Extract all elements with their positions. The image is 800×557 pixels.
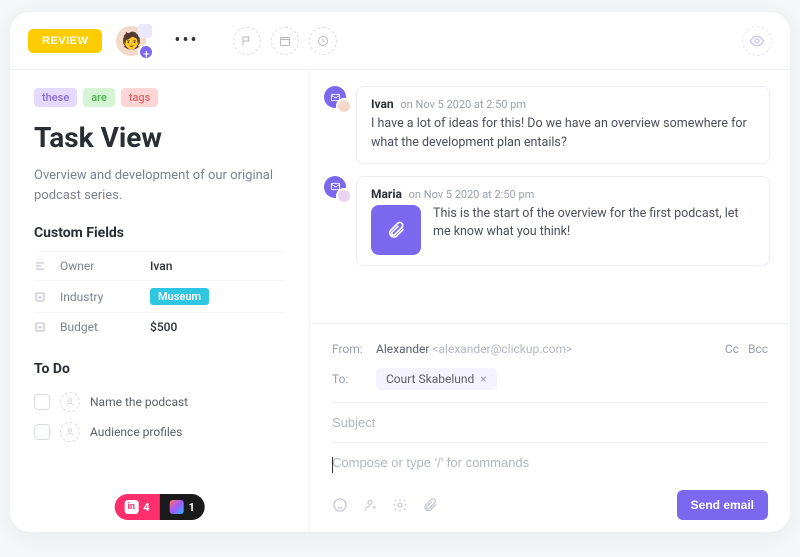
speech-icon <box>138 24 152 38</box>
comment-author: Ivan <box>371 97 394 111</box>
email-icon <box>324 176 346 198</box>
avatar-mini <box>336 188 352 204</box>
attach-icon[interactable] <box>422 497 438 513</box>
top-meta-icons <box>233 27 337 55</box>
more-menu-button[interactable]: ••• <box>174 30 198 51</box>
comment-timestamp: on Nov 5 2020 at 2:50 pm <box>400 98 526 111</box>
from-value[interactable]: Alexander <alexander@clickup.com> <box>376 342 572 356</box>
status-review-button[interactable]: REVIEW <box>28 29 102 53</box>
flag-icon[interactable] <box>233 27 261 55</box>
todo-label: Name the podcast <box>90 395 188 409</box>
clock-icon[interactable] <box>309 27 337 55</box>
checkbox[interactable] <box>34 424 50 440</box>
to-recipient-chip[interactable]: Court Skabelund × <box>376 368 497 390</box>
tag-tags[interactable]: tags <box>121 88 159 107</box>
task-title[interactable]: Task View <box>34 121 285 154</box>
field-budget: Budget $500 <box>34 312 285 341</box>
to-label: To: <box>332 372 376 386</box>
comment-text: This is the start of the overview for th… <box>433 205 755 255</box>
invision-count: 4 <box>143 501 149 514</box>
composer-toolbar: Send email <box>332 476 768 520</box>
comment-1: Maria on Nov 5 2020 at 2:50 pm This is t… <box>324 176 770 266</box>
remove-chip-icon[interactable]: × <box>480 372 486 386</box>
task-description[interactable]: Overview and development of our original… <box>34 166 285 205</box>
topbar: REVIEW 🧑 + ••• <box>10 12 790 70</box>
mention-icon[interactable] <box>362 497 378 513</box>
custom-fields-heading: Custom Fields <box>34 225 285 241</box>
field-owner: Owner Ivan <box>34 251 285 280</box>
watch-icon[interactable] <box>742 26 772 56</box>
email-composer: From: Alexander <alexander@clickup.com> … <box>310 323 790 532</box>
to-row: To: Court Skabelund × <box>332 362 768 396</box>
comment-card[interactable]: Maria on Nov 5 2020 at 2:50 pm This is t… <box>356 176 770 266</box>
calendar-icon[interactable] <box>271 27 299 55</box>
todo-item-1[interactable]: Audience profiles <box>34 417 285 447</box>
text-cursor <box>332 457 333 473</box>
industry-value[interactable]: Museum <box>150 288 209 305</box>
figma-badge[interactable]: 1 <box>160 494 205 520</box>
left-panel: these are tags Task View Overview and de… <box>10 70 310 532</box>
assignee-avatar[interactable]: 🧑 + <box>116 26 146 56</box>
owner-label: Owner <box>60 259 150 273</box>
todo-label: Audience profiles <box>90 425 182 439</box>
comment-timestamp: on Nov 5 2020 at 2:50 pm <box>409 188 535 201</box>
comment-0: Ivan on Nov 5 2020 at 2:50 pm I have a l… <box>324 86 770 164</box>
invision-icon: in <box>124 500 138 514</box>
avatar-mini <box>336 98 352 114</box>
from-label: From: <box>332 342 376 356</box>
divider <box>332 402 768 403</box>
industry-label: Industry <box>60 290 150 304</box>
gear-icon[interactable] <box>392 497 408 513</box>
comment-text: I have a lot of ideas for this! Do we ha… <box>371 115 755 153</box>
attachment-icon[interactable] <box>371 205 421 255</box>
budget-label: Budget <box>60 320 150 334</box>
send-email-button[interactable]: Send email <box>677 490 768 520</box>
assignee-placeholder-icon[interactable] <box>60 422 80 442</box>
integration-badges: in 4 1 <box>114 494 205 520</box>
emoji-icon[interactable] <box>332 497 348 513</box>
subject-input[interactable] <box>332 409 768 436</box>
comment-author: Maria <box>371 187 402 201</box>
cc-button[interactable]: Cc <box>725 342 739 356</box>
checkbox[interactable] <box>34 394 50 410</box>
body-input[interactable] <box>332 449 768 476</box>
body: these are tags Task View Overview and de… <box>10 70 790 532</box>
todo-heading: To Do <box>34 361 285 377</box>
tag-these[interactable]: these <box>34 88 77 107</box>
dropdown-icon <box>34 321 50 333</box>
field-industry: Industry Museum <box>34 280 285 312</box>
assignee-placeholder-icon[interactable] <box>60 392 80 412</box>
add-assignee-icon[interactable]: + <box>138 44 154 60</box>
email-icon <box>324 86 346 108</box>
dropdown-icon <box>34 291 50 303</box>
owner-value[interactable]: Ivan <box>150 259 172 273</box>
comment-card[interactable]: Ivan on Nov 5 2020 at 2:50 pm I have a l… <box>356 86 770 164</box>
right-panel: Ivan on Nov 5 2020 at 2:50 pm I have a l… <box>310 70 790 532</box>
budget-value[interactable]: $500 <box>150 320 177 334</box>
todo-item-0[interactable]: Name the podcast <box>34 387 285 417</box>
divider <box>332 442 768 443</box>
task-view-window: REVIEW 🧑 + ••• these a <box>10 12 790 532</box>
figma-icon <box>170 500 184 514</box>
bcc-button[interactable]: Bcc <box>748 342 768 356</box>
tag-are[interactable]: are <box>83 88 115 107</box>
comments-list: Ivan on Nov 5 2020 at 2:50 pm I have a l… <box>310 70 790 323</box>
tag-list: these are tags <box>34 88 285 107</box>
invision-badge[interactable]: in 4 <box>114 494 159 520</box>
from-row: From: Alexander <alexander@clickup.com> … <box>332 336 768 362</box>
owner-icon <box>34 260 50 272</box>
figma-count: 1 <box>189 501 195 514</box>
